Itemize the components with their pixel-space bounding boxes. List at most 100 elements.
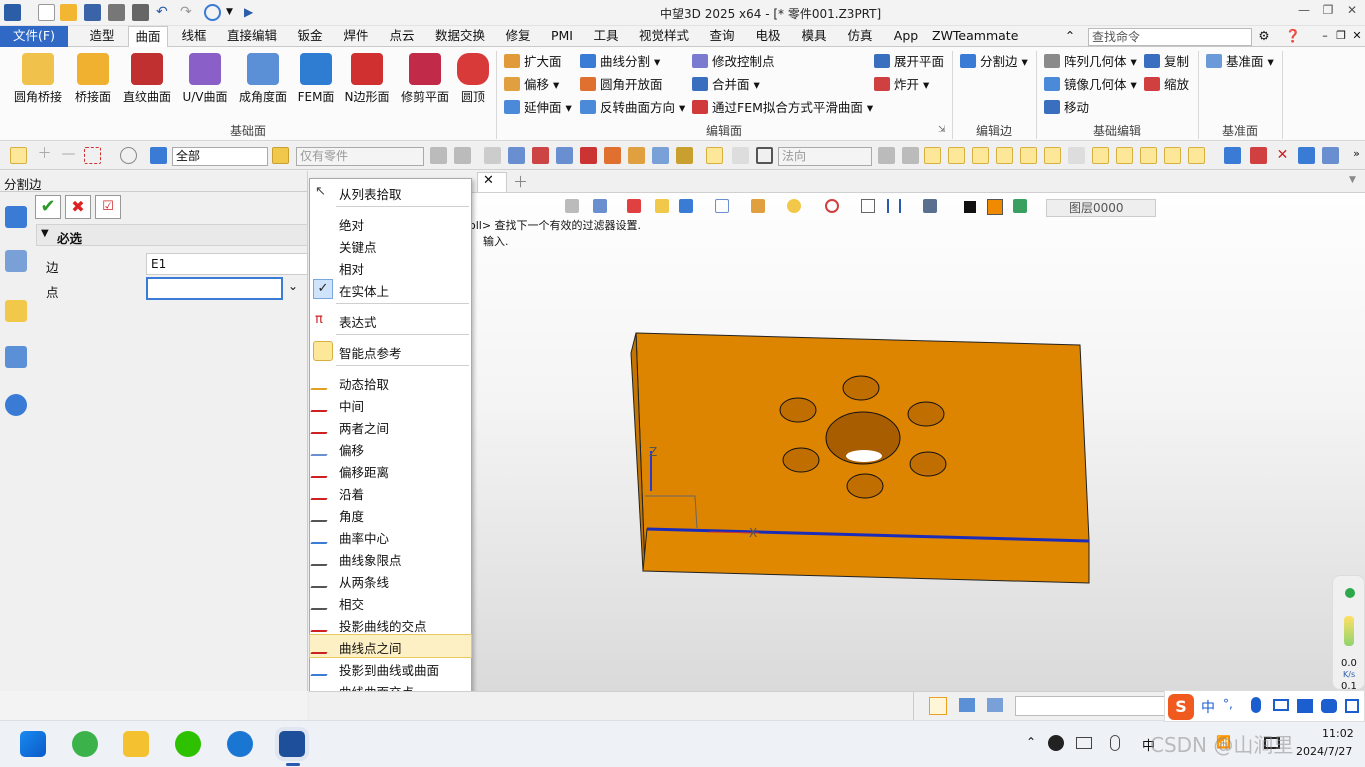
pattern-geometry-button[interactable]: 阵列几何体 ▾: [1044, 53, 1137, 73]
menu-sheet-metal[interactable]: 钣金: [288, 26, 332, 47]
file-explorer-icon[interactable]: [123, 731, 149, 757]
part-filter-icon[interactable]: [272, 147, 289, 164]
menu-surface[interactable]: 曲面: [128, 26, 168, 48]
view-icon[interactable]: [1322, 147, 1339, 164]
new-file-icon[interactable]: [38, 4, 55, 21]
arc-snap-icon[interactable]: [1116, 147, 1133, 164]
gear-filter-icon[interactable]: [902, 147, 919, 164]
fillet-open-face-button[interactable]: 圆角开放面: [580, 76, 663, 96]
hole-upper-right[interactable]: [907, 401, 945, 427]
toolbox-icon[interactable]: [1345, 699, 1359, 713]
menu-modeling[interactable]: 造型: [80, 26, 124, 47]
menu-repair[interactable]: 修复: [496, 26, 540, 47]
circle2-snap-icon[interactable]: [1044, 147, 1061, 164]
hole-lower-left[interactable]: [782, 447, 820, 473]
modify-control-points-button[interactable]: 修改控制点: [692, 53, 775, 73]
part-only-select[interactable]: 仅有零件: [296, 147, 424, 166]
apply-button[interactable]: ☑: [95, 195, 121, 219]
snap5-icon[interactable]: [580, 147, 597, 164]
open-folder-icon[interactable]: [60, 4, 77, 21]
menu-app[interactable]: App: [888, 26, 924, 47]
skin-icon[interactable]: [1297, 699, 1313, 713]
redo-icon[interactable]: ↷: [180, 4, 197, 21]
uv-surface-button[interactable]: U/V曲面: [182, 53, 228, 119]
normal-direction-select[interactable]: 法向: [778, 147, 872, 166]
solid-icon[interactable]: [1224, 147, 1241, 164]
zoom-box-icon[interactable]: [861, 199, 875, 213]
menu-point-option[interactable]: 角度: [310, 503, 471, 525]
help-icon[interactable]: ❓: [1282, 26, 1304, 47]
mic-icon[interactable]: [1110, 735, 1120, 751]
smart-pick-icon[interactable]: [706, 147, 723, 164]
windows-start-icon[interactable]: [20, 731, 46, 757]
copy-button[interactable]: 复制: [1144, 53, 1189, 73]
bridge-face-button[interactable]: 桥接面: [70, 53, 116, 119]
print-setup-icon[interactable]: [132, 4, 149, 21]
move-button[interactable]: 移动: [1044, 99, 1089, 119]
save-icon[interactable]: [84, 4, 101, 21]
snap9-icon[interactable]: [676, 147, 693, 164]
clear-icon[interactable]: [1250, 147, 1267, 164]
unfold-plane-button[interactable]: 展开平面: [874, 53, 944, 73]
minimize-button[interactable]: —: [1292, 3, 1316, 21]
menu-pmi[interactable]: PMI: [542, 26, 582, 47]
menu-point-option[interactable]: 投影到曲线或曲面: [310, 657, 471, 679]
extend-face-button[interactable]: 扩大面: [504, 53, 562, 73]
menu-on-solid[interactable]: ✓ 在实体上: [310, 278, 471, 300]
hole-lower-right[interactable]: [909, 451, 947, 477]
cube-icon[interactable]: [1298, 147, 1315, 164]
line-snap-icon[interactable]: [972, 147, 989, 164]
menu-inquire[interactable]: 查询: [702, 26, 742, 47]
menu-point-option[interactable]: 曲率中心: [310, 525, 471, 547]
snap3-icon[interactable]: [532, 147, 549, 164]
ie-icon[interactable]: [227, 731, 253, 757]
image-icon[interactable]: [5, 346, 27, 368]
menu-visual-style[interactable]: 视觉样式: [634, 26, 694, 47]
menu-point-option[interactable]: 两者之间: [310, 415, 471, 437]
mirror-geometry-button[interactable]: 镜像几何体 ▾: [1044, 76, 1137, 96]
add-select-icon[interactable]: ＋: [36, 147, 53, 164]
part-icon[interactable]: [5, 300, 27, 322]
tray-expand-icon[interactable]: ⌃: [1026, 735, 1036, 749]
face2-snap-icon[interactable]: [1188, 147, 1205, 164]
fem-smooth-button[interactable]: 通过FEM拟合方式平滑曲面 ▾: [692, 99, 873, 119]
menu-point-option[interactable]: 沿着: [310, 481, 471, 503]
menu-point-option[interactable]: 偏移距离: [310, 459, 471, 481]
voice-icon[interactable]: [1251, 697, 1261, 713]
close-window-button[interactable]: ✕: [1340, 3, 1364, 21]
menu-point-cloud[interactable]: 点云: [380, 26, 424, 47]
menu-relative[interactable]: 相对: [310, 256, 471, 278]
assembly-tree-icon[interactable]: [5, 250, 27, 272]
shade-icon[interactable]: [655, 199, 669, 213]
ime-chinese-toggle[interactable]: 中: [1201, 697, 1215, 717]
curve-snap-icon[interactable]: [1092, 147, 1109, 164]
remove-select-icon[interactable]: —: [60, 147, 77, 164]
snap2-icon[interactable]: [508, 147, 525, 164]
pick-cursor-icon[interactable]: [10, 147, 27, 164]
menu-electrode[interactable]: 电极: [748, 26, 788, 47]
filter-option-icon[interactable]: [430, 147, 447, 164]
target-icon[interactable]: [825, 199, 839, 213]
n-sided-face-button[interactable]: N边形面: [344, 53, 390, 119]
status-screen-icon[interactable]: [959, 698, 975, 712]
hole-bottom[interactable]: [846, 473, 884, 499]
trim-plane-button[interactable]: 修剪平面: [400, 53, 450, 119]
menu-pick-from-list[interactable]: ↖ 从列表拾取: [310, 181, 471, 203]
keyboard-icon[interactable]: [1076, 737, 1092, 749]
ruled-surface-button[interactable]: 直纹曲面: [122, 53, 172, 119]
magnet-icon[interactable]: [732, 147, 749, 164]
menu-weldment[interactable]: 焊件: [334, 26, 378, 47]
menu-point-option[interactable]: 投影曲线的交点: [310, 613, 471, 635]
menu-simulation[interactable]: 仿真: [840, 26, 880, 47]
fem-face-button[interactable]: FEM面: [296, 53, 336, 119]
menu-mold[interactable]: 模具: [794, 26, 834, 47]
close-tab-icon[interactable]: ✕: [483, 173, 494, 188]
menu-file[interactable]: 文件(F): [0, 26, 68, 47]
dome-button[interactable]: 圆顶: [457, 53, 489, 119]
menu-wireframe[interactable]: 线框: [172, 26, 216, 47]
qq-icon[interactable]: [1048, 735, 1064, 751]
fillet-bridge-button[interactable]: 圆角桥接: [12, 53, 64, 119]
background-icon[interactable]: [923, 199, 937, 213]
doc-minimize-button[interactable]: –: [1318, 26, 1332, 47]
angled-face-button[interactable]: 成角度面: [238, 53, 288, 119]
